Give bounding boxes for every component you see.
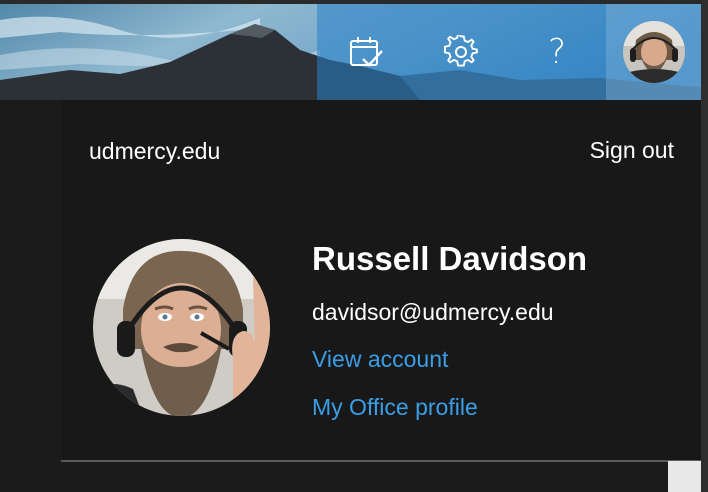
view-account-link[interactable]: View account bbox=[312, 346, 448, 373]
scrollbar-track bbox=[701, 0, 708, 492]
flyout-divider bbox=[61, 460, 701, 462]
help-button[interactable]: ? bbox=[521, 4, 593, 100]
user-email: davidsor@udmercy.edu bbox=[312, 299, 554, 325]
profile-photo bbox=[93, 239, 270, 416]
organization-name: udmercy.edu bbox=[89, 138, 221, 164]
settings-button[interactable] bbox=[425, 4, 497, 100]
calendar-button[interactable] bbox=[331, 4, 403, 100]
user-display-name: Russell Davidson bbox=[312, 240, 588, 277]
sign-out-link[interactable]: Sign out bbox=[590, 137, 674, 164]
avatar bbox=[622, 21, 685, 83]
calendar-check-icon bbox=[350, 37, 383, 67]
header-toolbar: ? bbox=[317, 4, 701, 100]
account-manager-button[interactable] bbox=[606, 4, 701, 100]
office-profile-link[interactable]: My Office profile bbox=[312, 394, 478, 421]
gear-icon bbox=[444, 35, 478, 67]
question-mark-icon: ? bbox=[547, 32, 567, 72]
profile-photo-image bbox=[93, 239, 270, 416]
account-flyout-screen: ? udmercy.edu Sign out Russell Davidson … bbox=[0, 0, 708, 492]
background-window-edge bbox=[668, 461, 701, 492]
account-flyout: udmercy.edu Sign out Russell Davidson da… bbox=[61, 100, 701, 461]
